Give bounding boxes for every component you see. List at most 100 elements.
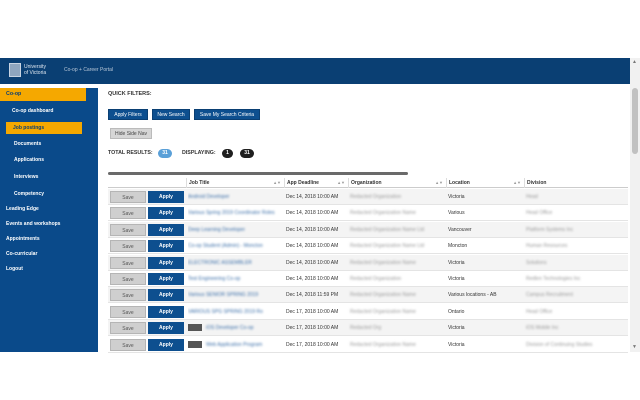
horizontal-scrollbar[interactable] [108,172,408,175]
save-job-button[interactable]: Save [110,338,146,351]
sidebar-sub-interviews[interactable]: Interviews [14,171,38,183]
column-app-deadline[interactable]: App Deadline ▲▼ [284,178,348,188]
apply-job-button[interactable]: Apply [148,289,184,302]
total-results-label: TOTAL RESULTS: [108,150,153,156]
sort-icon: ▲▼ [513,180,521,185]
scroll-down-icon[interactable]: ▼ [632,344,637,350]
job-title-link[interactable]: Co-op Student (Admin) - Moncton [188,238,282,254]
logo-text: University of Victoria [24,64,47,76]
page: University of Victoria Co-op + Career Po… [0,0,640,400]
job-title-link[interactable]: Various Spring 2019 Coordinator Roles [188,205,282,221]
university-logo[interactable]: University of Victoria [9,62,59,78]
division-cell: Head Office [526,308,553,315]
location-cell: Ontario [448,308,465,315]
sidebar-item-leading-edge[interactable]: Leading Edge [6,203,39,215]
apply-filters-button[interactable]: Apply Filters [108,109,148,120]
column-organization[interactable]: Organization ▲▼ [348,178,446,188]
app-deadline-cell: Dec 14, 2018 10:00 AM [286,276,339,282]
division-cell: Head Office [526,210,553,217]
apply-job-button[interactable]: Apply [148,338,184,351]
table-row: Save Apply Test Engineering Co-op Dec 14, 2… [108,271,628,287]
job-title-link[interactable]: VARIOUS SPG SPRING 2019 Ro [188,304,282,320]
sidebar-item-logout[interactable]: Logout [6,263,23,275]
quick-filters-label: QUICK FILTERS: [108,91,152,97]
sidebar-item-coop[interactable]: Co-op [0,88,86,101]
division-cell: iOS Mobile Inc [526,325,559,332]
table-row: Save Apply Co-op Student (Admin) - Moncton… [108,238,628,255]
organization-cell: Redacted Organization Name [350,341,416,348]
organization-cell: Redacted Organization Name [350,210,416,217]
sort-icon: ▲▼ [273,180,281,185]
job-title-link[interactable]: Test Engineering Co-op [188,271,282,287]
division-cell: Campus Recruitment [526,292,573,299]
apply-job-button[interactable]: Apply [148,191,184,203]
apply-job-button[interactable]: Apply [148,256,184,269]
sidebar-item-co-curricular[interactable]: Co-curricular [6,248,37,260]
save-job-button[interactable]: Save [110,191,146,203]
scroll-up-icon[interactable]: ▲ [632,59,637,65]
sidebar-item-events-workshops[interactable]: Events and workshops [6,218,60,230]
apply-job-button[interactable]: Apply [148,240,184,253]
sidebar: Co-op Co-op dashboard Job postings Docum… [0,88,98,352]
sidebar-sub-documents[interactable]: Documents [14,138,41,150]
job-title-link[interactable]: Various SENIOR SPRING 2019 [188,287,282,303]
save-search-criteria-button[interactable]: Save My Search Criteria [194,109,260,120]
organization-cell: Redacted Organization [350,194,402,200]
app-deadline-cell: Dec 17, 2018 10:00 AM [286,341,339,348]
app-deadline-cell: Dec 14, 2018 11:59 PM [286,292,339,299]
main-content: QUICK FILTERS: Apply Filters New Search … [98,88,628,353]
job-title-link[interactable]: ELECTRONIC ASSEMBLER [188,255,282,271]
division-cell: Solutions [526,259,547,266]
app-deadline-cell: Dec 17, 2018 10:00 AM [286,325,339,332]
apply-job-button[interactable]: Apply [148,223,184,236]
division-cell: Redlen Technologies Inc [526,276,581,282]
apply-job-button[interactable]: Apply [148,305,184,318]
sidebar-sub-coop-dashboard[interactable]: Co-op dashboard [12,105,53,117]
sidebar-sub-applications[interactable]: Applications [14,154,44,166]
sidebar-item-appointments[interactable]: Appointments [6,233,40,245]
sidebar-sub-competency[interactable]: Competency [14,188,44,200]
job-title-link[interactable]: Android Developer [188,189,282,205]
new-search-button[interactable]: New Search [152,109,190,120]
table-header: Job Title ▲▼ App Deadline ▲▼ Organization ▲… [108,178,628,188]
location-cell: Victoria [448,194,465,200]
apply-job-button[interactable]: Apply [148,273,184,285]
organization-cell: Redacted Organization Name Ltd [350,226,425,233]
job-title-link[interactable]: Web Application Program [188,337,282,353]
save-job-button[interactable]: Save [110,223,146,236]
save-job-button[interactable]: Save [110,305,146,318]
save-job-button[interactable]: Save [110,289,146,302]
organization-cell: Redacted Organization [350,276,402,282]
app-deadline-cell: Dec 14, 2018 10:00 AM [286,194,339,200]
hide-side-nav-button[interactable]: Hide Side Nav [110,128,152,139]
save-job-button[interactable]: Save [110,207,146,220]
displaying-label: DISPLAYING: [182,150,216,156]
apply-job-button[interactable]: Apply [148,322,184,335]
column-job-title[interactable]: Job Title ▲▼ [186,178,284,188]
table-row: Save Apply Various SENIOR SPRING 2019 Dec 1… [108,287,628,304]
displaying-from-badge: 1 [222,149,233,158]
column-division[interactable]: Division [524,178,628,188]
job-title-link[interactable]: iOS Developer Co-op [188,320,282,336]
org-logo-thumbnail [188,324,202,332]
location-cell: Moncton [448,243,468,250]
displaying-to-badge: 31 [240,149,254,158]
save-job-button[interactable]: Save [110,240,146,253]
column-location[interactable]: Location ▲▼ [446,178,524,188]
organization-cell: Redacted Organization Name [350,259,416,266]
save-job-button[interactable]: Save [110,322,146,335]
app-deadline-cell: Dec 14, 2018 10:00 AM [286,259,339,266]
save-job-button[interactable]: Save [110,256,146,269]
apply-job-button[interactable]: Apply [148,207,184,220]
organization-cell: Redacted Organization Name [350,308,416,315]
vertical-scrollbar-thumb[interactable] [632,88,638,154]
table-row: Save Apply VARIOUS SPG SPRING 2019 Ro Dec 1… [108,304,628,320]
job-title-link[interactable]: Deep Learning Developer [188,222,282,238]
crest-icon [9,63,21,77]
table-row: Save Apply Various Spring 2019 Coordinator… [108,205,628,222]
location-cell: Vancouver [448,226,472,233]
organization-cell: Redacted Org [350,325,382,332]
sidebar-sub-job-postings[interactable]: Job postings [6,122,82,134]
save-job-button[interactable]: Save [110,273,146,285]
location-cell: Victoria [448,325,465,332]
